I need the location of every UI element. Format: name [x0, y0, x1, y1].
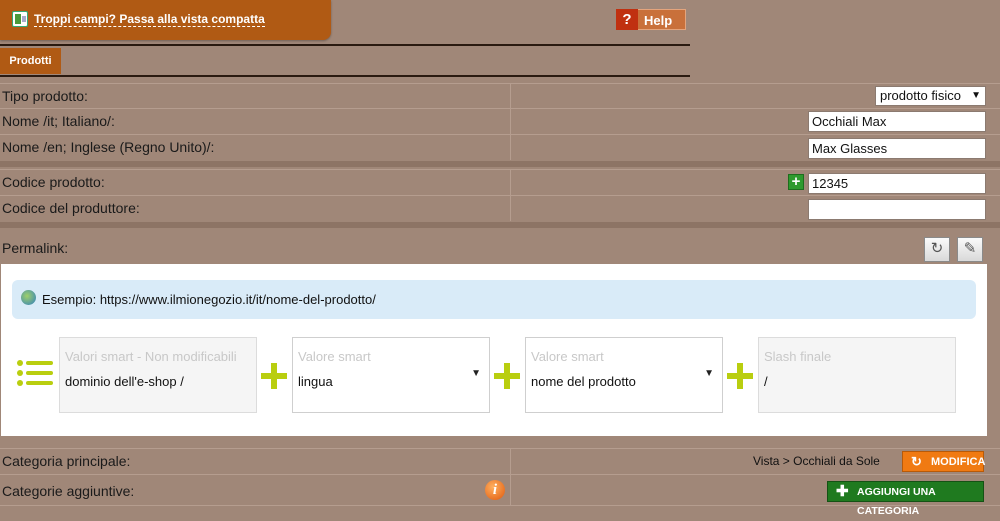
- nome-en-input[interactable]: Max Glasses: [808, 138, 986, 159]
- smart-value-product-name-select[interactable]: Valore smart nome del prodotto ▼: [525, 337, 723, 413]
- divider: [0, 75, 690, 77]
- tipo-prodotto-label: Tipo prodotto:: [2, 88, 88, 104]
- chevron-down-icon: ▼: [704, 368, 714, 379]
- compact-view-link[interactable]: Troppi campi? Passa alla vista compatta: [34, 12, 265, 27]
- smart-value-domain: Valori smart - Non modificabili dominio …: [59, 337, 257, 413]
- modify-category-button[interactable]: ↻ MODIFICA: [902, 451, 986, 472]
- help-label: Help: [644, 13, 673, 28]
- edit-button[interactable]: ✎: [957, 237, 983, 262]
- categorie-aggiuntive-label: Categorie aggiuntive:: [2, 483, 135, 499]
- tipo-prodotto-select[interactable]: prodotto fisico ▼: [875, 86, 986, 106]
- row-codice-prodotto: Codice prodotto: + 12345: [0, 169, 1000, 195]
- plus-icon: ✚: [836, 483, 849, 500]
- list-icon[interactable]: [17, 359, 53, 387]
- chevron-down-icon: ▼: [471, 368, 481, 379]
- chevron-down-icon: ▼: [971, 90, 981, 101]
- nome-en-label: Nome /en; Inglese (Regno Unito)/:: [2, 139, 215, 155]
- categoria-principale-label: Categoria principale:: [2, 453, 131, 469]
- box-value: lingua: [298, 374, 333, 389]
- compact-view-banner: Troppi campi? Passa alla vista compatta: [0, 0, 331, 40]
- smart-value-language-select[interactable]: Valore smart lingua ▼: [292, 337, 490, 413]
- nome-it-input[interactable]: Occhiali Max: [808, 111, 986, 132]
- example-url: https://www.ilmionegozio.it/it/nome-del-…: [99, 292, 376, 307]
- plus-icon: [494, 363, 520, 389]
- box-placeholder: Valore smart: [531, 349, 604, 364]
- example-label: Esempio:: [42, 292, 97, 307]
- help-button[interactable]: ? Help: [616, 9, 686, 30]
- row-codice-produttore: Codice del produttore:: [0, 195, 1000, 221]
- question-icon: ?: [616, 9, 638, 30]
- row-nome-it: Nome /it; Italiano/: Occhiali Max: [0, 108, 1000, 134]
- refresh-icon: ↻: [930, 240, 944, 257]
- grid-view-icon: [12, 11, 28, 27]
- box-value: /: [764, 374, 768, 389]
- box-placeholder: Slash finale: [764, 349, 832, 364]
- box-placeholder: Valori smart - Non modificabili: [65, 349, 237, 364]
- codice-prodotto-input[interactable]: 12345: [808, 173, 986, 194]
- row-tipo-prodotto: Tipo prodotto: prodotto fisico ▼: [0, 83, 1000, 109]
- trailing-slash-box: Slash finale /: [758, 337, 956, 413]
- plus-icon: [261, 363, 287, 389]
- nome-it-label: Nome /it; Italiano/:: [2, 113, 115, 129]
- modify-label: MODIFICA: [931, 456, 986, 468]
- globe-icon: [21, 290, 36, 305]
- permalink-example: Esempio: https://www.ilmionegozio.it/it/…: [12, 280, 976, 319]
- plus-icon: [727, 363, 753, 389]
- codice-produttore-label: Codice del produttore:: [2, 200, 140, 216]
- box-placeholder: Valore smart: [298, 349, 371, 364]
- permalink-label: Permalink:: [2, 240, 69, 256]
- add-category-label: AGGIUNGI UNA CATEGORIA: [857, 486, 936, 517]
- category-breadcrumb: Vista > Occhiali da Sole: [753, 454, 880, 468]
- codice-prodotto-label: Codice prodotto:: [2, 174, 105, 190]
- info-icon[interactable]: i: [485, 480, 505, 500]
- plus-icon[interactable]: +: [788, 174, 804, 190]
- add-category-button[interactable]: ✚ AGGIUNGI UNA CATEGORIA: [827, 481, 984, 517]
- row-nome-en: Nome /en; Inglese (Regno Unito)/: Max Gl…: [0, 134, 1000, 160]
- codice-produttore-input[interactable]: [808, 199, 986, 220]
- box-value: dominio dell'e-shop /: [65, 374, 184, 389]
- pencil-icon: ✎: [963, 240, 977, 257]
- refresh-button[interactable]: ↻: [924, 237, 950, 262]
- tab-prodotti[interactable]: Prodotti: [0, 48, 61, 74]
- refresh-icon: ↻: [911, 454, 922, 469]
- box-value: nome del prodotto: [531, 374, 636, 389]
- divider: [0, 44, 690, 46]
- row-permalink: Permalink:: [0, 232, 1000, 258]
- permalink-panel: Esempio: https://www.ilmionegozio.it/it/…: [1, 264, 987, 436]
